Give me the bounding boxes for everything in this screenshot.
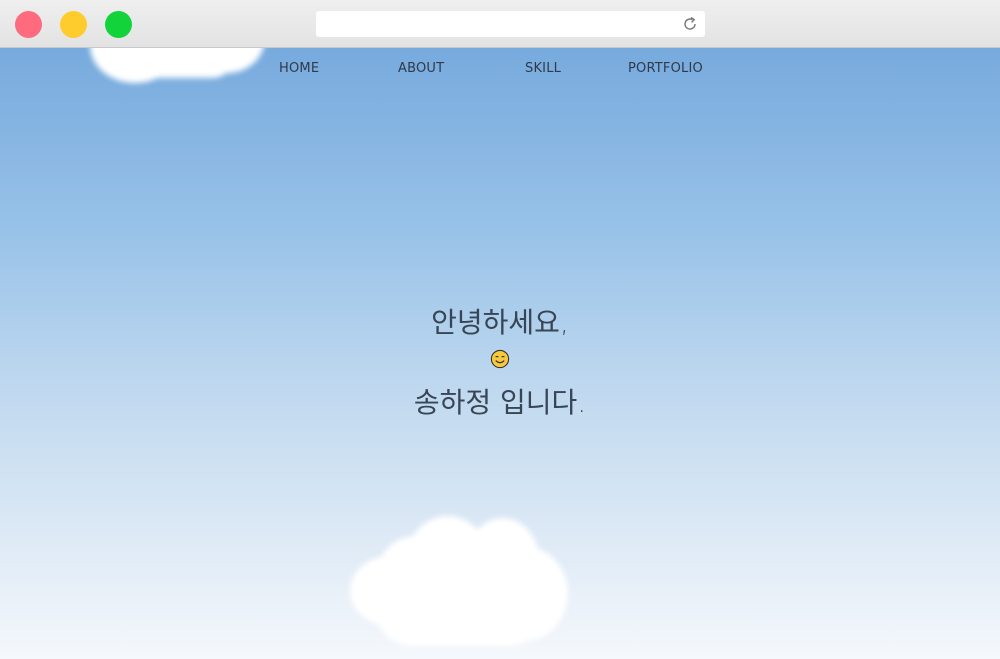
maximize-window-button[interactable] [105, 11, 132, 38]
nav-item-home[interactable]: HOME [279, 61, 319, 76]
address-bar[interactable] [316, 11, 705, 37]
cloud-decoration-bottom [350, 516, 570, 646]
nav-item-about[interactable]: ABOUT [398, 61, 444, 76]
main-nav: HOME ABOUT SKILL PORTFOLIO [0, 61, 1000, 81]
browser-titlebar [0, 0, 1000, 48]
reload-icon[interactable] [681, 15, 699, 33]
minimize-window-button[interactable] [60, 11, 87, 38]
emoji-row [0, 349, 1000, 373]
browser-window: HOME ABOUT SKILL PORTFOLIO 안녕하세요, 송하정 입니… [0, 0, 1000, 659]
nav-item-portfolio[interactable]: PORTFOLIO [628, 61, 703, 76]
greeting-line-2: 송하정 입니다. [413, 386, 587, 419]
close-window-button[interactable] [15, 11, 42, 38]
greeting-line-1: 안녕하세요, [431, 306, 569, 339]
nav-item-skill[interactable]: SKILL [525, 61, 561, 76]
smiling-face-icon [490, 349, 510, 369]
web-page: HOME ABOUT SKILL PORTFOLIO 안녕하세요, 송하정 입니… [0, 48, 1000, 659]
